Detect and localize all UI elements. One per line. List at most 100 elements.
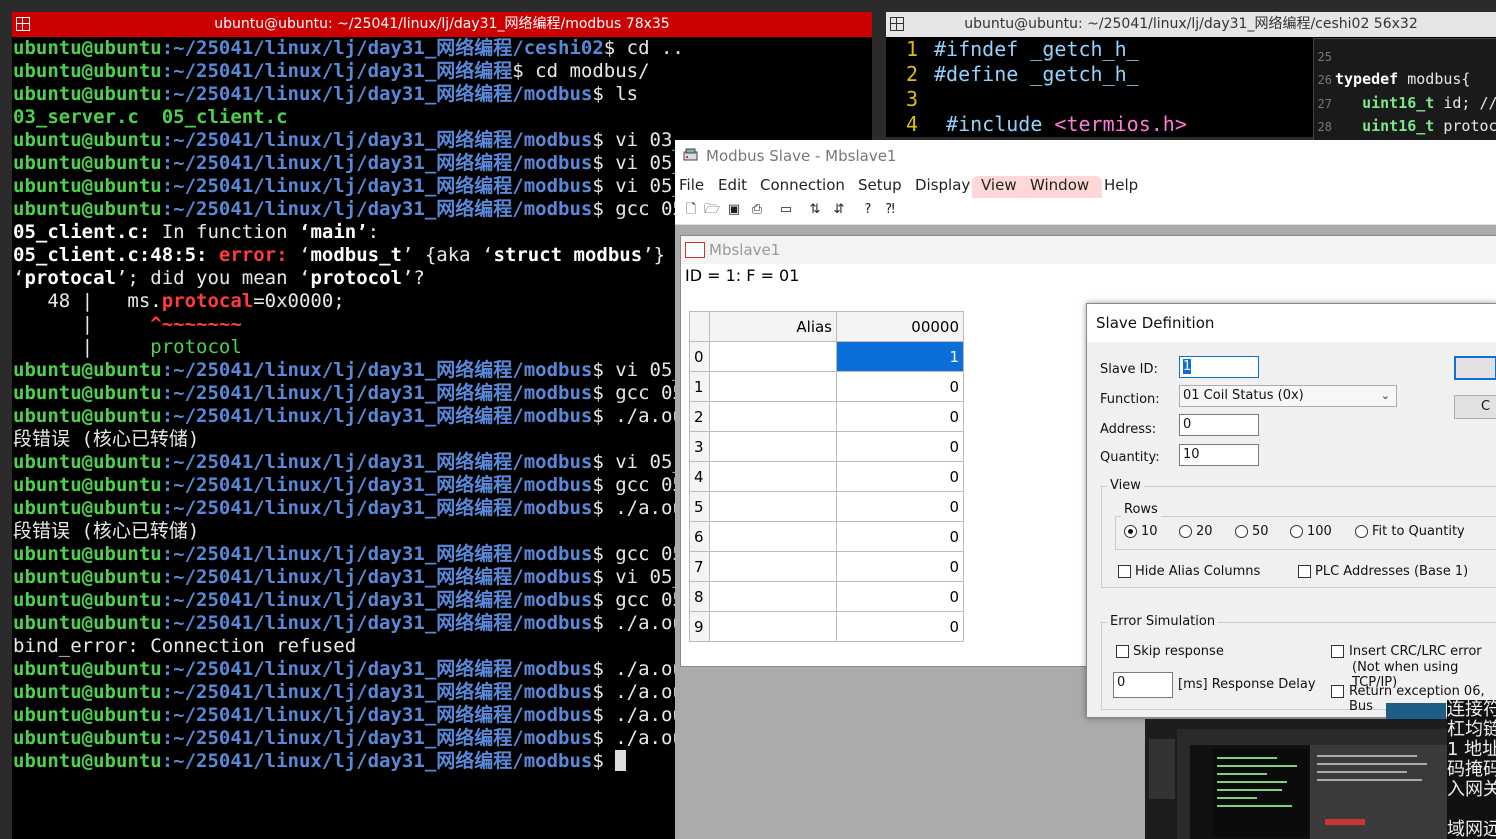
- terminal-titlebar[interactable]: ubuntu@ubuntu: ~/25041/linux/lj/day31_网络…: [12, 12, 872, 37]
- value-cell[interactable]: 0: [836, 431, 964, 462]
- alias-cell[interactable]: [709, 521, 837, 552]
- register-grid[interactable]: Alias 00000 01102030405060708090: [689, 311, 964, 642]
- rows-radio-20[interactable]: [1179, 525, 1192, 538]
- modbus-titlebar[interactable]: Modbus Slave - Mbslave1: [675, 140, 1496, 172]
- value-cell[interactable]: 0: [836, 521, 964, 552]
- alias-cell[interactable]: [709, 371, 837, 402]
- insert-crc-checkbox[interactable]: [1331, 645, 1344, 658]
- rows-radio-100[interactable]: [1290, 525, 1303, 538]
- code-type: uint16_t: [1335, 116, 1435, 135]
- terminal-tile-icon[interactable]: [16, 17, 30, 31]
- rows-radio-10[interactable]: [1124, 525, 1137, 538]
- slave-definition-dialog[interactable]: Slave Definition Slave ID: 1 Function: 0…: [1086, 303, 1496, 718]
- terminal-tile-icon[interactable]: [890, 17, 904, 31]
- plc-addresses-checkbox[interactable]: [1298, 565, 1311, 578]
- dialog-title[interactable]: Slave Definition: [1087, 304, 1496, 342]
- prompt-user: ubuntu@ubuntu: [13, 152, 162, 174]
- prompt-command: $ gcc 05: [592, 198, 684, 220]
- menu-edit[interactable]: Edit: [718, 176, 747, 194]
- skip-response-checkbox[interactable]: [1116, 645, 1129, 658]
- alias-cell[interactable]: [709, 431, 837, 462]
- code-line: 25: [1314, 45, 1496, 68]
- save-icon[interactable]: ▣: [726, 202, 742, 218]
- alias-cell[interactable]: [709, 581, 837, 612]
- value-cell[interactable]: 0: [836, 461, 964, 492]
- menu-help[interactable]: Help: [1104, 176, 1138, 194]
- function-select[interactable]: 01 Coil Status (0x) ⌄: [1179, 385, 1397, 407]
- table-row[interactable]: 80: [689, 581, 964, 612]
- hide-alias-checkbox[interactable]: [1118, 565, 1131, 578]
- ok-button[interactable]: [1454, 356, 1496, 380]
- open-folder-icon[interactable]: 🗁: [704, 202, 720, 218]
- value-cell[interactable]: 1: [836, 341, 964, 372]
- value-cell[interactable]: 0: [836, 581, 964, 612]
- code-line: 26 typedef modbus{: [1314, 68, 1496, 91]
- prompt-path: :~/25041/linux/lj/day31_网络编程/modbus: [161, 152, 593, 174]
- code-type: typedef: [1335, 70, 1399, 89]
- table-row[interactable]: 70: [689, 551, 964, 582]
- table-row[interactable]: 90: [689, 611, 964, 642]
- menu-window[interactable]: Window: [1030, 176, 1089, 194]
- menu-setup[interactable]: Setup: [858, 176, 902, 194]
- menu-connection[interactable]: Connection: [760, 176, 845, 194]
- table-row[interactable]: 40: [689, 461, 964, 492]
- terminal-cursor[interactable]: [615, 750, 627, 771]
- vim-editor[interactable]: 1 #ifndef _getch_h_ 2 #define _getch_h_ 3 4 #…: [890, 37, 1187, 137]
- cancel-button[interactable]: C: [1454, 395, 1496, 419]
- menu-display[interactable]: Display: [915, 176, 970, 194]
- address-input[interactable]: 0: [1179, 414, 1259, 436]
- terminal-output[interactable]: ubuntu@ubuntu:~/25041/linux/lj/day31_网络编…: [13, 37, 699, 773]
- row-index: 3: [689, 431, 710, 462]
- menu-view[interactable]: View: [981, 176, 1017, 194]
- context-help-icon[interactable]: ⁈: [882, 202, 898, 218]
- rows-radio-50[interactable]: [1235, 525, 1248, 538]
- table-row[interactable]: 10: [689, 371, 964, 402]
- alias-cell[interactable]: [709, 611, 837, 642]
- mbslave1-titlebar[interactable]: Mbslave1: [681, 236, 1496, 264]
- print-icon[interactable]: ⎙: [749, 202, 765, 218]
- terminal-line: bind_error: Connection refused: [13, 635, 699, 658]
- value-cell[interactable]: 0: [836, 401, 964, 432]
- alias-cell[interactable]: [709, 401, 837, 432]
- prompt-command: $ ./a.ou: [592, 612, 684, 634]
- grid-header-alias[interactable]: Alias: [709, 311, 837, 342]
- alias-cell[interactable]: [709, 461, 837, 492]
- value-cell[interactable]: 0: [836, 551, 964, 582]
- window-icon[interactable]: ▭: [778, 202, 794, 218]
- quantity-input[interactable]: 10: [1179, 444, 1259, 466]
- menu-file[interactable]: File: [679, 176, 704, 194]
- grid-header-value[interactable]: 00000: [836, 311, 964, 342]
- table-row[interactable]: 30: [689, 431, 964, 462]
- value-cell[interactable]: 0: [836, 371, 964, 402]
- vim-macro: _getch_h_: [1018, 62, 1139, 86]
- prompt-path: :~/25041/linux/lj/day31_网络编程/modbus: [161, 566, 593, 588]
- terminal-line: ubuntu@ubuntu:~/25041/linux/lj/day31_网络编…: [13, 497, 699, 520]
- value-cell[interactable]: 0: [836, 491, 964, 522]
- alias-cell[interactable]: [709, 341, 837, 372]
- value-cell[interactable]: 0: [836, 611, 964, 642]
- prompt-command: $ vi 05_: [592, 451, 684, 473]
- alias-cell[interactable]: [709, 491, 837, 522]
- alias-cell[interactable]: [709, 551, 837, 582]
- table-row[interactable]: 01: [689, 341, 964, 372]
- terminal-titlebar[interactable]: ubuntu@ubuntu: ~/25041/linux/lj/day31_网络…: [886, 12, 1496, 37]
- prompt-user: ubuntu@ubuntu: [13, 704, 162, 726]
- prompt-path: :~/25041/linux/lj/day31_网络编程/modbus: [161, 359, 593, 381]
- return-exception-checkbox[interactable]: [1331, 685, 1344, 698]
- prompt-command: $ ls: [592, 83, 639, 105]
- table-row[interactable]: 20: [689, 401, 964, 432]
- terminal-line: ubuntu@ubuntu:~/25041/linux/lj/day31_网络编…: [13, 37, 699, 60]
- prompt-command: $ gcc 05: [592, 543, 684, 565]
- table-row[interactable]: 50: [689, 491, 964, 522]
- rows-radio-fit[interactable]: [1355, 525, 1368, 538]
- new-file-icon[interactable]: 🗋: [683, 202, 699, 218]
- disconnect-icon[interactable]: ⇵: [831, 202, 847, 218]
- table-row[interactable]: 60: [689, 521, 964, 552]
- slave-id-input[interactable]: 1: [1179, 356, 1259, 378]
- chevron-down-icon[interactable]: ⌄: [1381, 386, 1390, 406]
- error-file: 05_client.c:: [13, 221, 151, 243]
- screen-share-thumbnail[interactable]: [1145, 719, 1447, 839]
- connect-icon[interactable]: ⇅: [807, 202, 823, 218]
- help-icon[interactable]: ?: [860, 202, 876, 218]
- response-delay-input[interactable]: 0: [1113, 672, 1173, 698]
